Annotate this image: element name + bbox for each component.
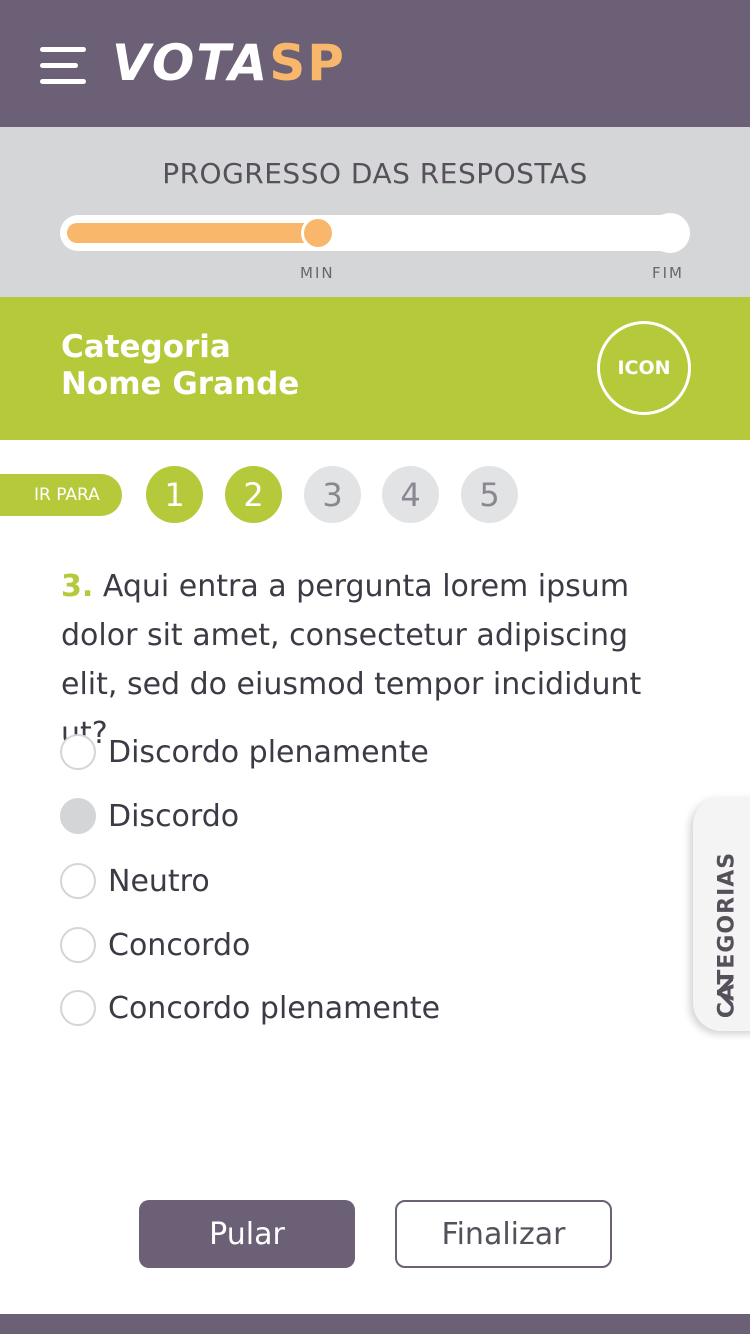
answer-option-label: Discordo [108,798,240,834]
question-text-block: 3. Aqui entra a pergunta lorem ipsum dol… [61,562,691,758]
answer-option[interactable]: Neutro [60,861,210,901]
goto-label: IR PARA [0,474,122,516]
question-nav-4[interactable]: 4 [382,466,439,523]
answer-option[interactable]: Concordo plenamente [60,988,440,1028]
question-nav-2[interactable]: 2 [225,466,282,523]
app-logo: VOTA SP [112,34,346,98]
answer-option[interactable]: Concordo [60,925,250,965]
progress-fill [67,223,318,243]
category-icon: ICON [597,321,691,415]
progress-end-label: FIM [652,264,684,282]
progress-title: PROGRESSO DAS RESPOSTAS [162,157,588,190]
logo-text-vota: VOTA [112,34,270,92]
radio-button[interactable] [60,863,96,899]
progress-knob [301,216,335,250]
question-nav-5[interactable]: 5 [461,466,518,523]
progress-end-knob [650,213,690,253]
radio-button[interactable] [60,990,96,1026]
categories-side-tab[interactable]: CATEGORIAS [693,797,750,1031]
logo-text-sp: SP [269,34,346,92]
question-nav-3[interactable]: 3 [304,466,361,523]
progress-track [60,213,690,253]
question-number: 3. [61,569,94,604]
radio-button[interactable] [60,927,96,963]
skip-button[interactable]: Pular [139,1200,355,1268]
finish-button[interactable]: Finalizar [395,1200,612,1268]
answer-option[interactable]: Discordo plenamente [60,732,429,772]
radio-button[interactable] [60,734,96,770]
radio-button-selected[interactable] [60,798,96,834]
footer-bar [0,1314,750,1334]
hamburger-menu-icon[interactable] [40,44,86,88]
answer-option-label: Discordo plenamente [108,734,429,770]
progress-section: PROGRESSO DAS RESPOSTAS MIN FIM [0,127,750,297]
category-title-line1: Categoria [61,329,231,365]
category-title-line2: Nome Grande [61,366,300,402]
answer-option[interactable]: Discordo [60,796,239,836]
answer-option-label: Concordo plenamente [108,990,441,1026]
category-title: Categoria Nome Grande [61,329,299,403]
chevron-left-icon [717,978,733,1006]
progress-min-label: MIN [300,264,335,282]
question-text: Aqui entra a pergunta lorem ipsum dolor … [61,569,642,751]
answer-option-label: Neutro [108,863,210,899]
question-nav-1[interactable]: 1 [146,466,203,523]
app-header: VOTA SP [0,0,750,127]
answer-option-label: Concordo [108,927,251,963]
category-banner: Categoria Nome Grande ICON [0,297,750,440]
